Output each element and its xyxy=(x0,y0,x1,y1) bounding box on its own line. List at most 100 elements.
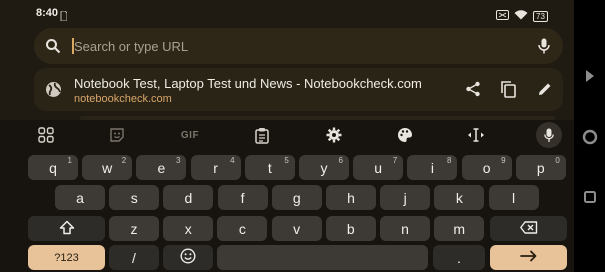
key-b[interactable]: b xyxy=(325,216,376,241)
edit-icon[interactable] xyxy=(537,81,553,102)
key-label: f xyxy=(240,189,245,206)
key-label: x xyxy=(184,220,192,237)
key-label: t xyxy=(267,159,272,176)
key-label: c xyxy=(238,220,246,237)
key-label: m xyxy=(453,220,466,237)
key-j[interactable]: j xyxy=(380,185,431,210)
keyboard-mic-button[interactable] xyxy=(536,121,562,149)
battery-icon: 73 xyxy=(533,10,548,22)
key-hint: 5 xyxy=(284,156,289,165)
key-label: g xyxy=(292,189,301,206)
key-label: z xyxy=(130,220,138,237)
share-icon[interactable] xyxy=(465,81,481,102)
back-triangle-icon[interactable] xyxy=(574,66,605,86)
key-label: o xyxy=(482,159,491,176)
key-d[interactable]: d xyxy=(163,185,214,210)
copy-icon[interactable] xyxy=(501,81,516,103)
keyboard-toolbar: GIF xyxy=(0,121,574,149)
battery-level: 73 xyxy=(533,10,548,22)
key-u[interactable]: u7 xyxy=(353,155,404,180)
key-label: h xyxy=(347,189,355,206)
key-f[interactable]: f xyxy=(217,185,268,210)
key-label: l xyxy=(512,189,516,206)
status-icons: 73 xyxy=(496,7,548,25)
key-label: i xyxy=(430,159,434,176)
key-label: r xyxy=(213,159,218,176)
key-n[interactable]: n xyxy=(380,216,430,241)
key-m[interactable]: m xyxy=(434,216,485,241)
key-label: k xyxy=(455,189,463,206)
key-hint: 1 xyxy=(67,156,72,165)
key-hint: 7 xyxy=(392,156,398,165)
key-label: b xyxy=(346,220,355,237)
mic-icon xyxy=(536,122,562,148)
key-p[interactable]: p0 xyxy=(515,155,566,180)
symbols-key[interactable]: ?123 xyxy=(28,245,105,270)
text-cursor-icon[interactable] xyxy=(467,121,485,149)
key-label: p xyxy=(536,159,545,176)
key-k[interactable]: k xyxy=(434,185,485,210)
palette-icon[interactable] xyxy=(396,121,414,149)
suggestion-url: notebookcheck.com xyxy=(74,93,172,105)
status-time: 8:40 xyxy=(36,7,59,19)
backspace-icon xyxy=(519,220,538,237)
key-label: u xyxy=(374,159,383,176)
url-input[interactable]: Search or type URL xyxy=(74,39,188,54)
emoji-icon xyxy=(180,248,196,267)
key-hint: 9 xyxy=(501,156,506,165)
key-l[interactable]: l xyxy=(488,185,539,210)
key-hint: 6 xyxy=(338,156,343,165)
gif-button[interactable]: GIF xyxy=(178,121,202,149)
clipboard-icon[interactable] xyxy=(253,121,271,149)
emoji-key[interactable] xyxy=(163,245,213,270)
key-e[interactable]: e3 xyxy=(136,155,187,180)
wifi-icon xyxy=(514,7,528,25)
key-q[interactable]: q1 xyxy=(28,155,78,180)
shift-key[interactable] xyxy=(28,216,105,241)
key-t[interactable]: t5 xyxy=(244,155,295,180)
key-hint: 0 xyxy=(555,156,560,165)
key-i[interactable]: i8 xyxy=(407,155,458,180)
key-label: s xyxy=(130,189,138,206)
key-a[interactable]: a xyxy=(55,185,105,210)
key-g[interactable]: g xyxy=(271,185,322,210)
key-label: y xyxy=(320,159,328,176)
key-h[interactable]: h xyxy=(326,185,376,210)
system-nav-bar xyxy=(574,0,605,272)
voice-search-icon[interactable] xyxy=(538,38,550,59)
key-hint: 4 xyxy=(230,156,235,165)
key-label: w xyxy=(102,159,113,176)
key-s[interactable]: s xyxy=(109,185,160,210)
space-key[interactable] xyxy=(217,245,428,270)
globe-icon xyxy=(45,81,62,103)
apps-grid-icon[interactable] xyxy=(37,121,55,149)
key-c[interactable]: c xyxy=(217,216,268,241)
browser-screen: 8:40 73 Search or type URL Notebook Test… xyxy=(0,0,574,272)
key-v[interactable]: v xyxy=(271,216,322,241)
key-w[interactable]: w2 xyxy=(82,155,133,180)
key-label: j xyxy=(403,189,407,206)
enter-key[interactable] xyxy=(490,245,567,270)
sim-icon xyxy=(60,8,68,26)
key-hint: 2 xyxy=(121,156,127,165)
key-x[interactable]: x xyxy=(163,216,214,241)
key-y[interactable]: y6 xyxy=(299,155,349,180)
key-o[interactable]: o9 xyxy=(461,155,512,180)
sticker-icon[interactable] xyxy=(108,121,126,149)
key-label: n xyxy=(401,220,409,237)
key-z[interactable]: z xyxy=(109,216,159,241)
backspace-key[interactable] xyxy=(490,216,567,241)
arrow-right-icon xyxy=(519,250,538,265)
key-label: a xyxy=(76,189,84,206)
recents-square-icon[interactable] xyxy=(574,188,605,206)
slash-key[interactable]: / xyxy=(109,245,159,270)
search-icon xyxy=(45,38,61,59)
home-circle-icon[interactable] xyxy=(574,128,605,146)
suggestion-title: Notebook Test, Laptop Test und News - No… xyxy=(74,76,422,91)
key-hint: 3 xyxy=(175,156,181,165)
key-r[interactable]: r4 xyxy=(190,155,241,180)
period-key[interactable]: . xyxy=(433,245,485,270)
key-hint: 8 xyxy=(446,156,452,165)
no-sim-icon xyxy=(496,7,509,25)
settings-icon[interactable] xyxy=(325,121,343,149)
